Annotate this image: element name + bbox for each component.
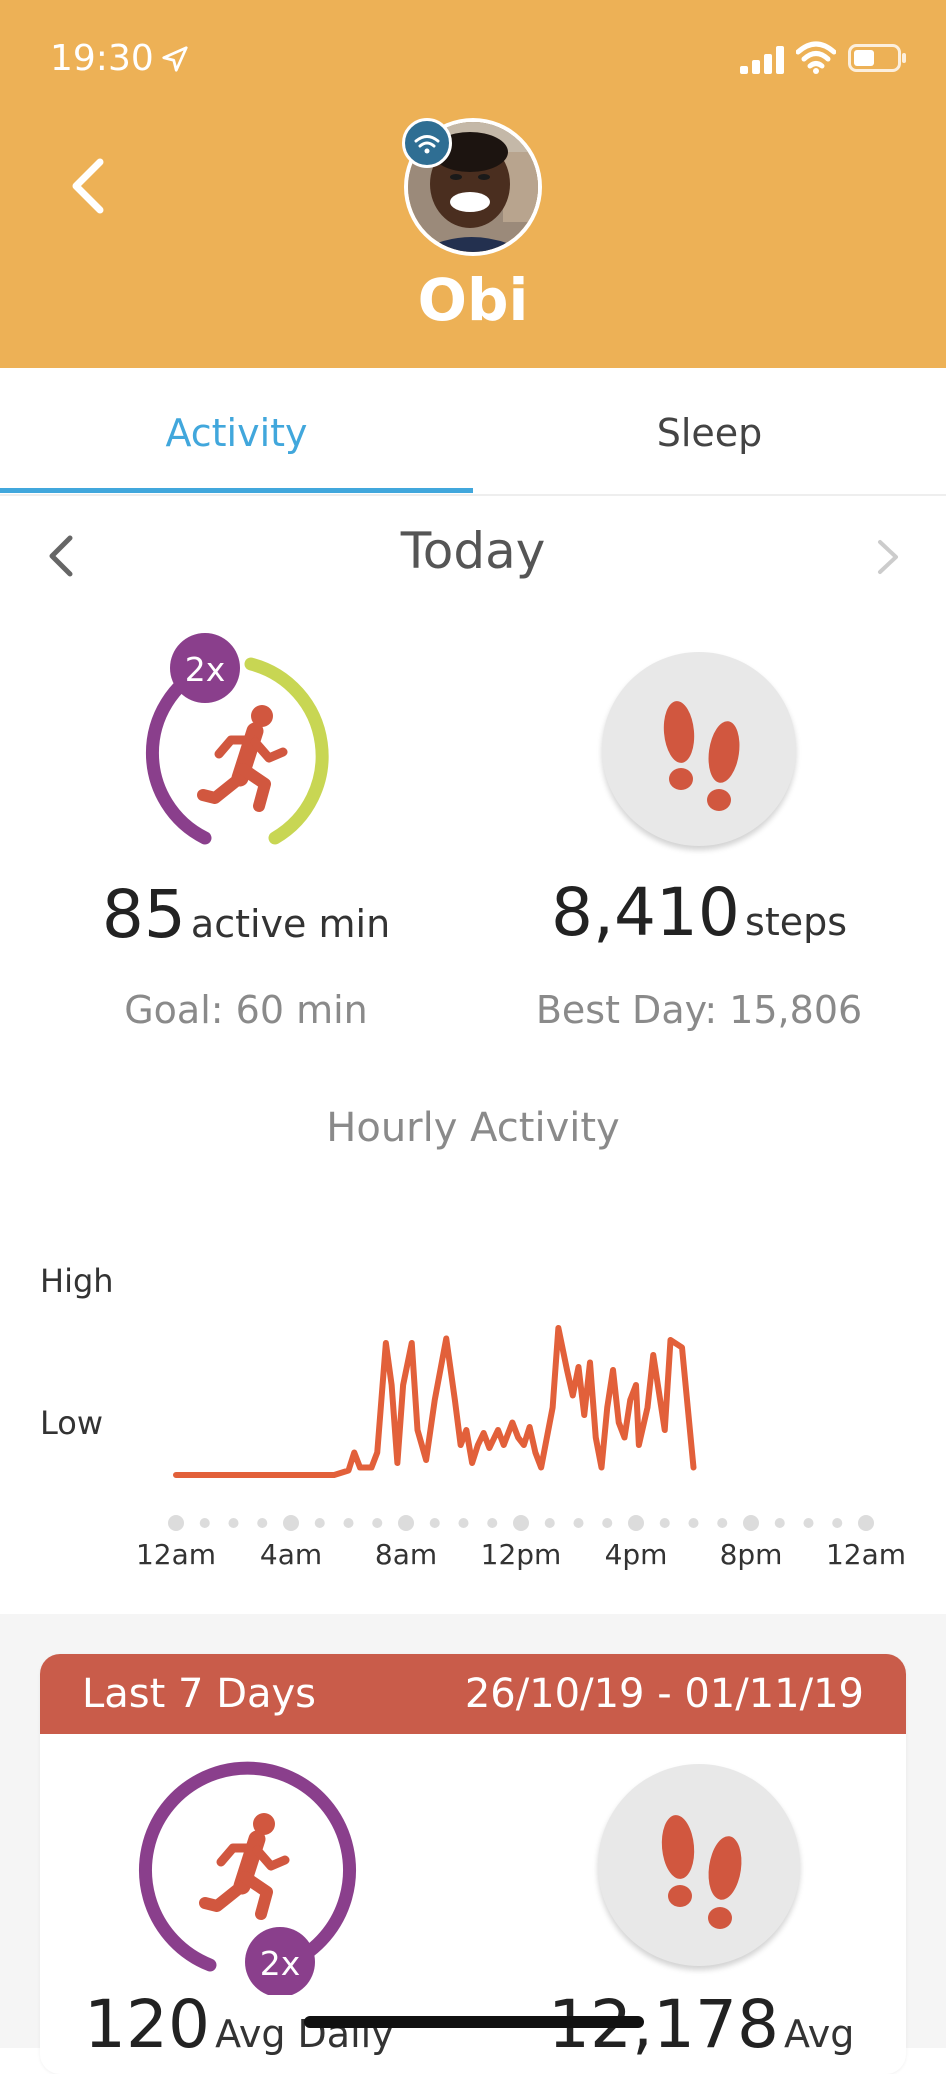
weekly-active-value: 120 — [84, 1986, 210, 2063]
hour-tick-dot — [343, 1518, 354, 1528]
child-name: Obi — [417, 266, 529, 334]
x-tick-label: 12pm — [481, 1538, 562, 1571]
battery-icon — [848, 44, 906, 72]
card-title: Last 7 Days — [82, 1671, 317, 1717]
hour-tick-dot — [602, 1518, 613, 1528]
card-date-range: 26/10/19 - 01/11/19 — [464, 1671, 864, 1717]
hour-tick-dot — [774, 1518, 785, 1528]
hour-tick-dot — [257, 1518, 268, 1528]
tab-activity[interactable]: Activity — [0, 374, 473, 492]
home-indicator — [304, 2016, 644, 2028]
weekly-active-ring[interactable]: 2x — [135, 1755, 365, 1995]
active-multiplier-badge: 2x — [185, 650, 226, 689]
hour-tick-dot — [458, 1518, 469, 1528]
tab-sleep[interactable]: Sleep — [473, 374, 946, 492]
hour-tick-dot — [314, 1518, 325, 1528]
runner-icon — [197, 705, 288, 812]
x-tick-label: 12am — [826, 1538, 906, 1571]
location-arrow-icon — [162, 46, 188, 72]
steps-unit: steps — [745, 900, 848, 944]
hour-tick-dot — [372, 1518, 383, 1528]
active-tab-indicator — [0, 488, 473, 493]
hour-tick-dot — [743, 1515, 759, 1531]
hour-tick-dot — [429, 1518, 440, 1528]
hour-tick-dot — [659, 1518, 670, 1528]
card-header: Last 7 Days 26/10/19 - 01/11/19 — [40, 1654, 906, 1734]
footprints-icon — [663, 701, 740, 811]
x-tick-label: 8am — [375, 1538, 437, 1571]
wifi-icon — [796, 41, 836, 74]
weekly-steps-button[interactable] — [598, 1764, 800, 1966]
hour-tick-dot — [283, 1515, 299, 1531]
hour-tick-dot — [688, 1518, 699, 1528]
active-goal: Goal: 60 min — [124, 988, 368, 1032]
next-day-icon[interactable] — [868, 532, 908, 582]
wifi-badge-icon — [402, 118, 452, 168]
hour-tick-dot — [544, 1518, 555, 1528]
profile-avatar[interactable] — [402, 118, 538, 252]
active-minutes-value: 85 — [101, 876, 186, 953]
weekly-multiplier-badge: 2x — [260, 1944, 301, 1983]
hour-tick-dot — [199, 1518, 210, 1528]
hour-tick-dot — [168, 1515, 184, 1531]
hour-tick-dot — [832, 1518, 843, 1528]
hour-tick-dot — [858, 1515, 874, 1531]
status-time: 19:30 — [50, 38, 154, 79]
profile-header: 19:30 Obi — [0, 0, 946, 368]
hour-tick-dot — [487, 1518, 498, 1528]
x-tick-label: 8pm — [720, 1538, 783, 1571]
weekly-steps-unit: Avg — [784, 2012, 855, 2056]
date-label: Today — [400, 522, 546, 580]
x-tick-label: 4pm — [605, 1538, 668, 1571]
signal-icon — [740, 46, 784, 74]
runner-icon — [199, 1813, 290, 1920]
hourly-activity-title: Hourly Activity — [326, 1105, 620, 1151]
steps-stat: 8,410 steps — [496, 874, 902, 951]
activity-series-line — [173, 1325, 697, 1478]
back-chevron-icon[interactable] — [60, 150, 120, 220]
steps-value: 8,410 — [550, 874, 740, 951]
steps-best-day: Best Day: 15,806 — [535, 988, 863, 1032]
hour-tick-dot — [228, 1518, 239, 1528]
active-minutes-stat: 85 active min — [40, 876, 452, 953]
x-tick-label: 12am — [136, 1538, 216, 1571]
hour-tick-dot — [398, 1515, 414, 1531]
hour-tick-dot — [573, 1518, 584, 1528]
hourly-activity-chart: 12am 4am 8am 12pm 4pm 8pm 12am — [136, 1325, 906, 1571]
footprints-icon — [661, 1815, 742, 1929]
hour-tick-dot — [717, 1518, 728, 1528]
x-tick-label: 4am — [260, 1538, 322, 1571]
hour-tick-dot — [803, 1518, 814, 1528]
hour-tick-dot — [628, 1515, 644, 1531]
tab-bar: Activity Sleep — [0, 374, 946, 496]
active-minutes-unit: active min — [190, 902, 391, 946]
steps-button[interactable] — [602, 652, 796, 846]
active-minutes-ring[interactable]: 2x — [135, 630, 355, 860]
hour-tick-dot — [513, 1515, 529, 1531]
